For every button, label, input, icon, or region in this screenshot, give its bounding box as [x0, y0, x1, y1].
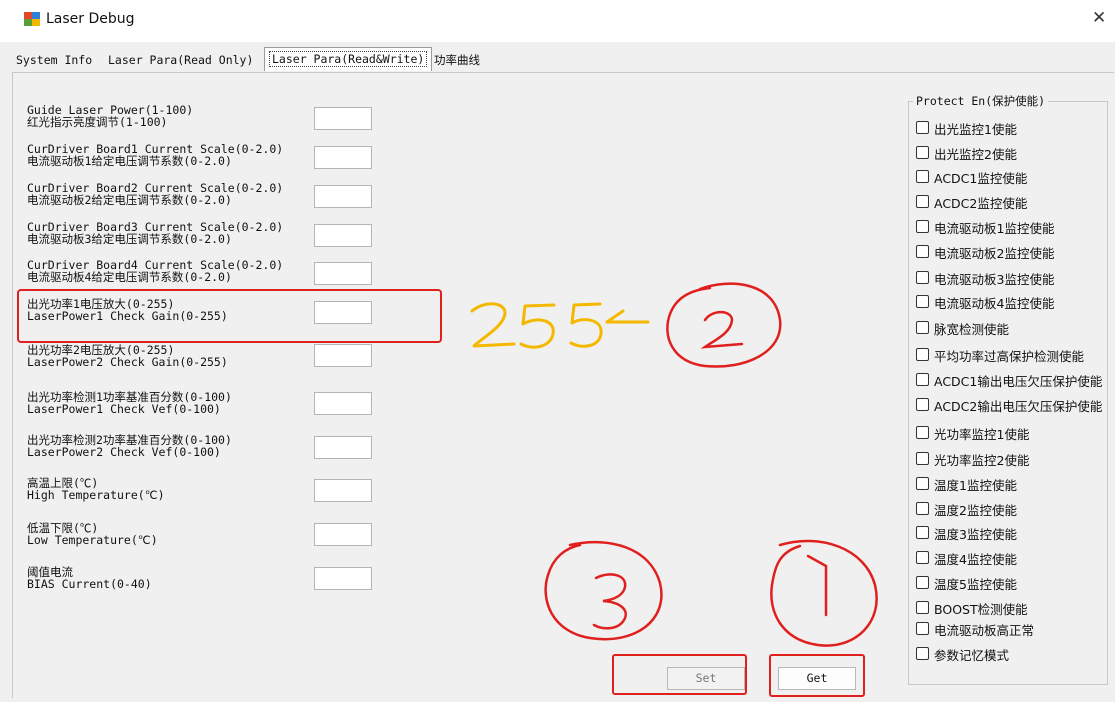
annotation-box-get-button: [769, 654, 865, 697]
annotation-handwritten-255: [470, 302, 650, 349]
annotation-circle-2: [666, 282, 782, 368]
annotation-circle-3: [544, 540, 663, 641]
annotation-overlay: [17, 282, 878, 697]
annotation-circle-1: [770, 539, 878, 647]
annotation-box-gain-row: [17, 289, 442, 343]
annotation-box-set-button: [612, 654, 747, 695]
